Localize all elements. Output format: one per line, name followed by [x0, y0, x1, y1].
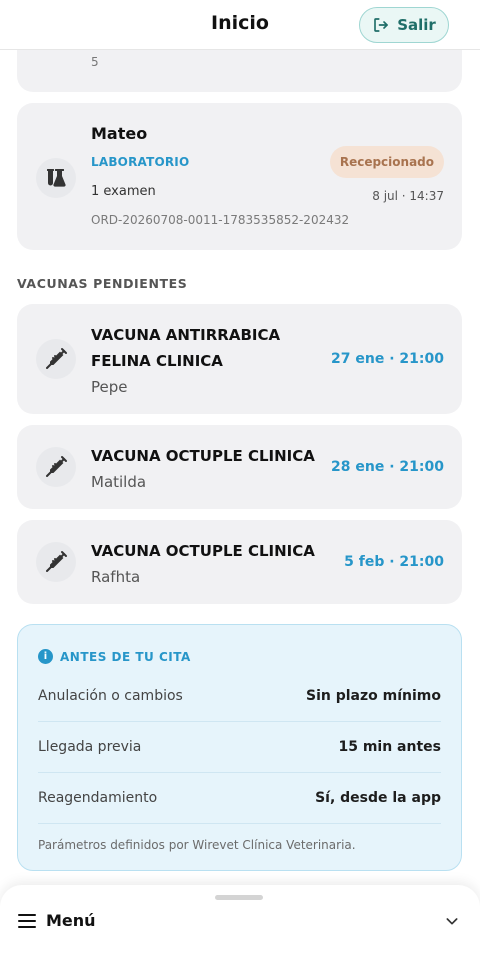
vaccine-datetime: 27 ene · 21:00: [331, 351, 444, 367]
vaccine-name: VACUNA OCTUPLE CLINICA: [91, 447, 315, 465]
drag-handle[interactable]: [215, 895, 263, 900]
logout-button[interactable]: Salir: [359, 7, 449, 43]
policy-row: Anulación o cambios Sin plazo mínimo: [38, 671, 441, 722]
bottom-menu-sheet[interactable]: Menú: [0, 885, 480, 956]
vaccine-card[interactable]: VACUNA OCTUPLE CLINICA Matilda 28 ene · …: [17, 425, 462, 509]
lab-order-id: ORD-20260708-0011-1783535852-202432: [91, 213, 350, 227]
menu-label: Menú: [46, 911, 96, 930]
lab-order-card[interactable]: Mateo LABORATORIO 1 examen ORD-20260708-…: [17, 103, 462, 250]
partial-card-value: 5: [91, 55, 99, 69]
vaccine-datetime: 28 ene · 21:00: [331, 459, 444, 475]
logout-icon: [374, 18, 389, 32]
vaccine-pet: Pepe: [91, 378, 128, 396]
syringe-icon: [36, 447, 76, 487]
vaccine-pet: Matilda: [91, 473, 147, 491]
before-appointment-title: ANTES DE TU CITA: [60, 649, 191, 664]
vaccine-name: VACUNA ANTIRRABICA FELINA CLINICA: [91, 326, 281, 370]
chevron-down-icon[interactable]: [444, 913, 460, 929]
lab-flasks-icon: [36, 158, 76, 198]
policy-footer: Parámetros definidos por Wirevet Clínica…: [38, 838, 356, 852]
policy-label: Llegada previa: [38, 739, 142, 755]
info-icon: i: [38, 649, 53, 664]
lab-datetime: 8 jul · 14:37: [372, 189, 444, 203]
policy-row: Reagendamiento Sí, desde la app: [38, 773, 441, 824]
vaccine-card[interactable]: VACUNA OCTUPLE CLINICA Rafhta 5 feb · 21…: [17, 520, 462, 604]
status-badge: Recepcionado: [329, 146, 444, 178]
section-title-vaccines: VACUNAS PENDIENTES: [17, 276, 188, 291]
before-appointment-header: i ANTES DE TU CITA: [38, 649, 191, 664]
logout-label: Salir: [397, 16, 436, 34]
lab-exam-count: 1 examen: [91, 184, 156, 199]
vaccine-card[interactable]: VACUNA ANTIRRABICA FELINA CLINICA Pepe 2…: [17, 304, 462, 414]
syringe-icon: [36, 542, 76, 582]
vaccine-pet: Rafhta: [91, 568, 141, 586]
syringe-icon: [36, 339, 76, 379]
hamburger-icon: [18, 913, 36, 928]
policy-row: Llegada previa 15 min antes: [38, 722, 441, 773]
policy-value: 15 min antes: [338, 739, 441, 755]
policy-label: Reagendamiento: [38, 790, 158, 806]
lab-pet-name: Mateo: [91, 124, 148, 143]
menu-button[interactable]: Menú: [18, 911, 96, 930]
before-appointment-panel: i ANTES DE TU CITA Anulación o cambios S…: [17, 624, 462, 871]
policy-value: Sin plazo mínimo: [306, 688, 441, 704]
vaccine-datetime: 5 feb · 21:00: [344, 554, 444, 570]
policy-label: Anulación o cambios: [38, 688, 183, 704]
top-bar: Inicio Salir: [0, 0, 480, 50]
vaccine-name: VACUNA OCTUPLE CLINICA: [91, 542, 315, 560]
main-scroll[interactable]: 5 Mateo LABORATORIO 1 examen ORD-2026070…: [0, 0, 480, 956]
lab-category: LABORATORIO: [91, 155, 190, 169]
policy-value: Sí, desde la app: [315, 790, 441, 806]
